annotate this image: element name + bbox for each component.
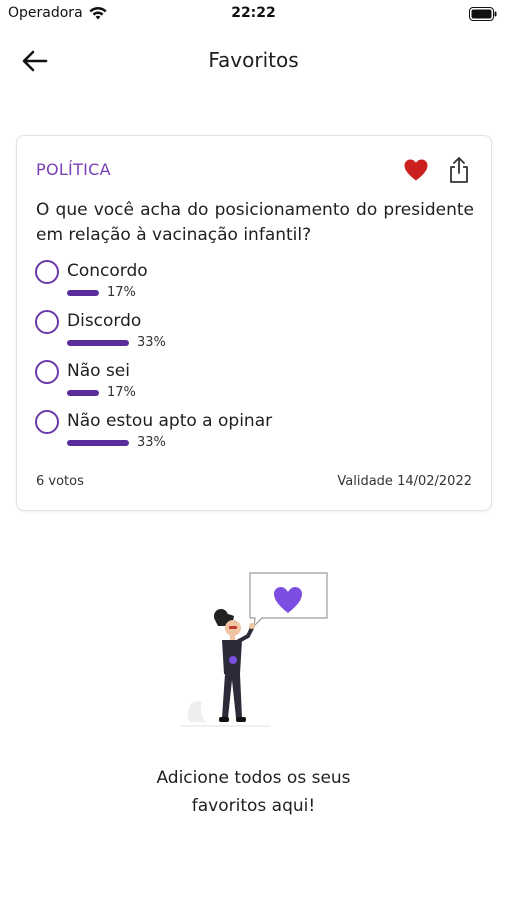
heart-icon[interactable] xyxy=(403,158,429,182)
result-bar xyxy=(67,340,129,346)
battery-icon xyxy=(469,7,497,21)
result-bar xyxy=(67,440,129,446)
poll-option-nao-sei[interactable]: Não sei 17% xyxy=(35,360,475,408)
validity-date: Validade 14/02/2022 xyxy=(337,474,472,489)
woman-with-heart-bubble-illustration xyxy=(180,572,328,727)
result-percent: 33% xyxy=(137,435,166,450)
status-bar: Operadora 22:22 xyxy=(0,0,507,28)
poll-option-concordo[interactable]: Concordo 17% xyxy=(35,260,475,308)
result-percent: 33% xyxy=(137,335,166,350)
poll-option-discordo[interactable]: Discordo 33% xyxy=(35,310,475,358)
option-label: Discordo xyxy=(67,311,142,331)
poll-option-nao-apto[interactable]: Não estou apto a opinar 33% xyxy=(35,410,475,458)
radio-button[interactable] xyxy=(35,360,59,384)
nav-bar: Favoritos xyxy=(0,40,507,80)
share-icon[interactable] xyxy=(448,156,470,184)
option-label: Não sei xyxy=(67,361,130,381)
empty-state-message: Adicione todos os seus favoritos aqui! xyxy=(0,764,507,820)
empty-state-line-1: Adicione todos os seus xyxy=(156,768,351,788)
poll-question: O que você acha do posicionamento do pre… xyxy=(36,200,474,245)
status-time: 22:22 xyxy=(231,5,276,21)
option-label: Concordo xyxy=(67,261,148,281)
poll-card: POLÍTICA O que você acha do posicionamen… xyxy=(16,135,492,511)
page-title: Favoritos xyxy=(208,48,299,72)
poll-category: POLÍTICA xyxy=(36,160,111,179)
result-percent: 17% xyxy=(107,285,136,300)
radio-button[interactable] xyxy=(35,310,59,334)
vote-count: 6 votos xyxy=(36,474,84,489)
result-percent: 17% xyxy=(107,385,136,400)
empty-state-line-2: favoritos aqui! xyxy=(191,796,316,816)
radio-button[interactable] xyxy=(35,410,59,434)
radio-button[interactable] xyxy=(35,260,59,284)
option-label: Não estou apto a opinar xyxy=(67,411,273,431)
